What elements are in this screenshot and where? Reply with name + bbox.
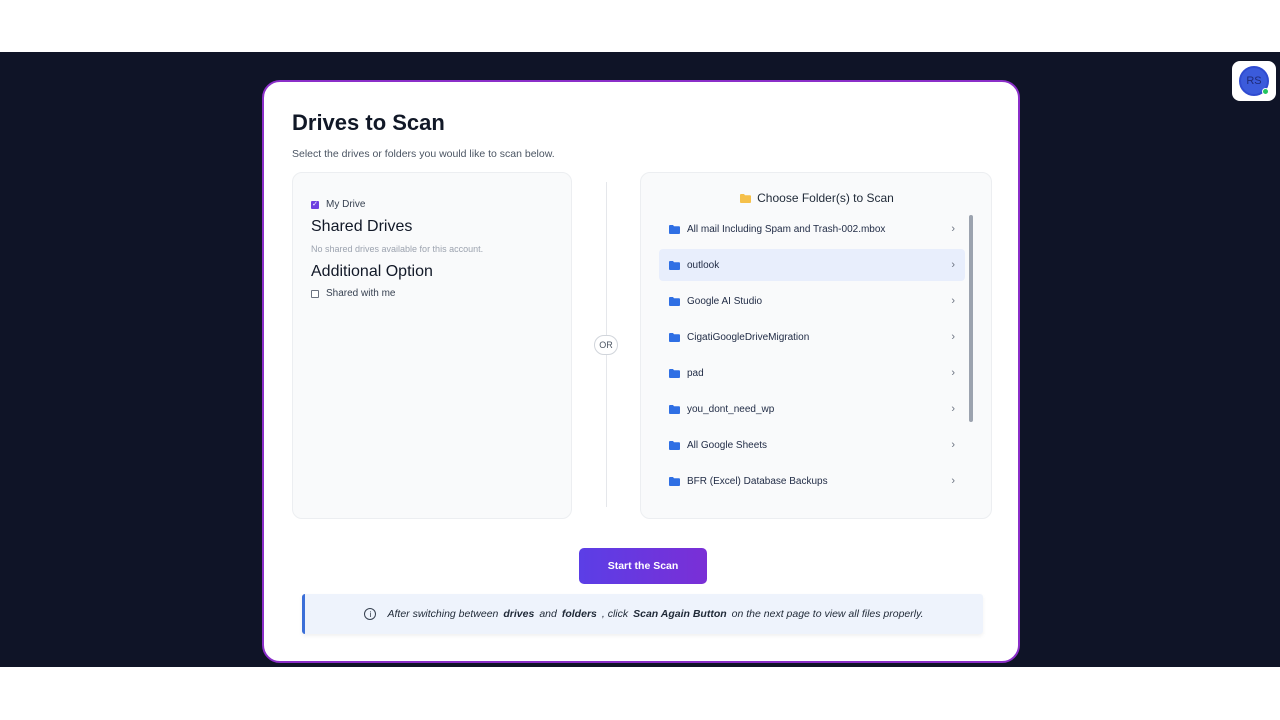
page-subtitle: Select the drives or folders you would l… — [292, 148, 555, 160]
folder-name: Google AI Studio — [687, 295, 763, 307]
folders-heading: Choose Folder(s) to Scan — [641, 191, 991, 205]
shared-with-me-option[interactable]: Shared with me — [311, 288, 395, 299]
folder-name: outlook — [687, 259, 720, 271]
shared-drives-heading: Shared Drives — [311, 218, 413, 235]
info-text-1: After switching between — [387, 608, 499, 620]
chevron-right-icon[interactable]: › — [951, 439, 955, 451]
folder-icon — [669, 296, 680, 306]
folder-row[interactable]: BFR (Excel) Database Backups › — [659, 465, 965, 497]
folder-row[interactable]: outlook › — [659, 249, 965, 281]
my-drive-option[interactable]: ✓ My Drive — [311, 199, 365, 210]
info-folders: folders — [561, 608, 597, 620]
folder-icon — [669, 368, 680, 378]
folder-row[interactable]: All Google Sheets › — [659, 429, 965, 461]
my-drive-checkbox[interactable]: ✓ — [311, 200, 319, 209]
folder-name: pad — [687, 367, 704, 379]
info-and: and — [539, 608, 557, 620]
or-badge: OR — [594, 335, 618, 355]
info-banner: i After switching between drives and fol… — [302, 594, 983, 634]
folder-list: All mail Including Spam and Trash-002.mb… — [659, 213, 965, 501]
my-drive-label: My Drive — [326, 199, 366, 210]
chevron-right-icon[interactable]: › — [951, 259, 955, 271]
folder-icon — [669, 260, 680, 270]
folders-panel: Choose Folder(s) to Scan All mail Includ… — [640, 172, 992, 519]
folder-icon — [669, 224, 680, 234]
avatar-initials: RS — [1246, 75, 1262, 87]
shared-with-me-checkbox[interactable] — [311, 289, 319, 298]
folder-icon — [669, 332, 680, 342]
folders-heading-label: Choose Folder(s) to Scan — [757, 191, 894, 205]
info-text-2: on the next page to view all files prope… — [731, 608, 924, 620]
chevron-right-icon[interactable]: › — [951, 403, 955, 415]
folder-name: All mail Including Spam and Trash-002.mb… — [687, 223, 886, 235]
folder-row[interactable]: you_dont_need_wp › — [659, 393, 965, 425]
folder-icon — [669, 440, 680, 450]
folder-row[interactable]: CigatiGoogleDriveMigration › — [659, 321, 965, 353]
shared-with-me-label: Shared with me — [326, 288, 396, 299]
additional-option-heading: Additional Option — [311, 263, 433, 280]
folder-row[interactable]: pad › — [659, 357, 965, 389]
info-drives: drives — [503, 608, 535, 620]
user-menu[interactable]: RS — [1232, 61, 1276, 101]
start-scan-button[interactable]: Start the Scan — [579, 548, 707, 584]
chevron-right-icon[interactable]: › — [951, 367, 955, 379]
avatar[interactable]: RS — [1239, 66, 1269, 96]
chevron-right-icon[interactable]: › — [951, 295, 955, 307]
info-button-name: Scan Again Button — [633, 608, 727, 620]
page-title: Drives to Scan — [292, 110, 445, 135]
folder-row[interactable]: All mail Including Spam and Trash-002.mb… — [659, 213, 965, 245]
scan-card: Drives to Scan Select the drives or fold… — [262, 80, 1020, 663]
chevron-right-icon[interactable]: › — [951, 223, 955, 235]
online-status-dot — [1262, 88, 1269, 95]
info-icon: i — [364, 608, 377, 620]
folder-icon — [669, 404, 680, 414]
info-comma-click: , click — [601, 608, 629, 620]
folder-name: All Google Sheets — [687, 439, 768, 451]
shared-drives-note: No shared drives available for this acco… — [311, 244, 484, 254]
folder-name: you_dont_need_wp — [687, 403, 775, 415]
chevron-right-icon[interactable]: › — [951, 331, 955, 343]
folder-icon — [669, 476, 680, 486]
folder-name: CigatiGoogleDriveMigration — [687, 331, 810, 343]
folder-name: BFR (Excel) Database Backups — [687, 475, 828, 487]
folder-icon — [740, 193, 752, 203]
chevron-right-icon[interactable]: › — [951, 475, 955, 487]
folder-row[interactable]: Google AI Studio › — [659, 285, 965, 317]
drives-panel: ✓ My Drive Shared Drives No shared drive… — [292, 172, 572, 519]
folder-list-scrollbar[interactable] — [969, 215, 973, 422]
